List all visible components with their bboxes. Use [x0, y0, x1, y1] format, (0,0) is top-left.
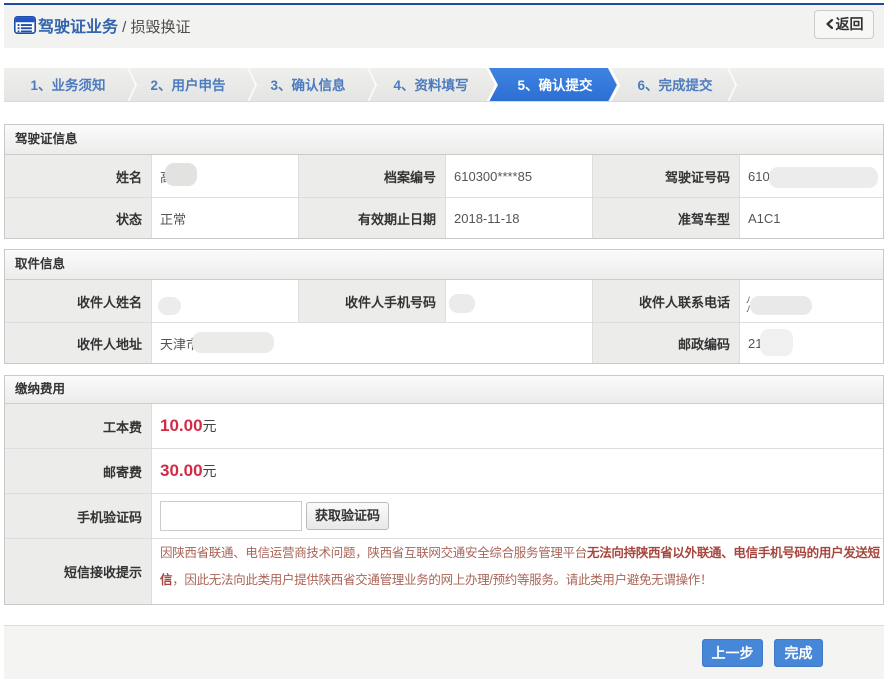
svg-text:3、确认信息: 3、确认信息 — [270, 77, 346, 93]
svg-text:5、确认提交: 5、确认提交 — [517, 77, 593, 93]
svg-text:4、资料填写: 4、资料填写 — [393, 77, 468, 93]
svg-text:1、业务须知: 1、业务须知 — [30, 77, 105, 93]
svg-text:6、完成提交: 6、完成提交 — [637, 77, 713, 93]
svg-text:2、用户申告: 2、用户申告 — [150, 77, 225, 93]
